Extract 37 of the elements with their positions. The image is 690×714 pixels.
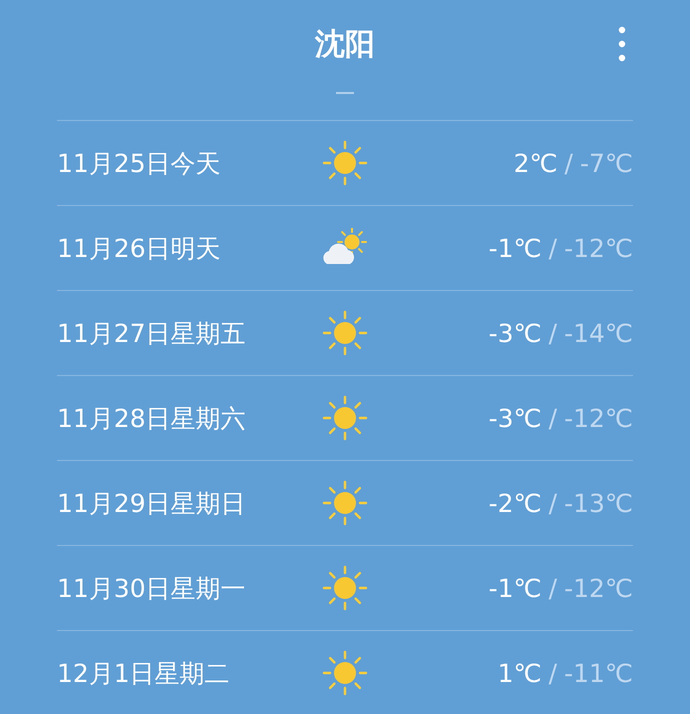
high-temperature: -3℃ — [488, 404, 542, 432]
temperature-separator: / — [548, 318, 558, 348]
forecast-date: 11月30日星期一 — [57, 572, 247, 604]
low-temperature: -11℃ — [564, 658, 633, 688]
forecast-date: 11月26日明天 — [57, 232, 222, 264]
high-temperature: -2℃ — [488, 488, 542, 518]
forecast-date: 11月29日星期日 — [57, 488, 247, 520]
low-temperature: -12℃ — [564, 574, 633, 602]
low-temperature: -12℃ — [564, 404, 633, 432]
temperature-separator: / — [548, 574, 558, 602]
temperature-separator: / — [548, 658, 558, 688]
forecast-date: 11月28日星期六 — [57, 402, 247, 434]
low-temperature: -13℃ — [564, 488, 633, 518]
more-menu-icon[interactable] — [618, 26, 626, 62]
high-temperature: -3℃ — [488, 318, 542, 348]
city-title: 沈阳 — [315, 26, 375, 64]
high-temperature: -1℃ — [488, 574, 542, 602]
high-temperature: -1℃ — [488, 234, 542, 262]
temperature-separator: / — [548, 404, 558, 432]
temperature-separator: / — [548, 488, 558, 518]
forecast-date: 11月27日星期五 — [57, 318, 247, 350]
sun-icon — [322, 140, 368, 186]
page-indicator — [336, 92, 354, 94]
sun-icon — [322, 395, 368, 441]
forecast-date: 12月1日星期二 — [57, 658, 231, 690]
sun-icon — [322, 480, 368, 526]
sun-icon — [322, 650, 368, 696]
sun-icon — [322, 310, 368, 356]
sun-icon — [322, 565, 368, 611]
low-temperature: -12℃ — [564, 234, 633, 262]
low-temperature: -7℃ — [580, 148, 633, 178]
low-temperature: -14℃ — [564, 318, 633, 348]
temperature-separator: / — [564, 148, 573, 178]
temperature-separator: / — [548, 234, 558, 262]
high-temperature: 1℃ — [498, 658, 542, 688]
high-temperature: 2℃ — [514, 148, 558, 178]
forecast-date: 11月25日今天 — [57, 148, 222, 180]
